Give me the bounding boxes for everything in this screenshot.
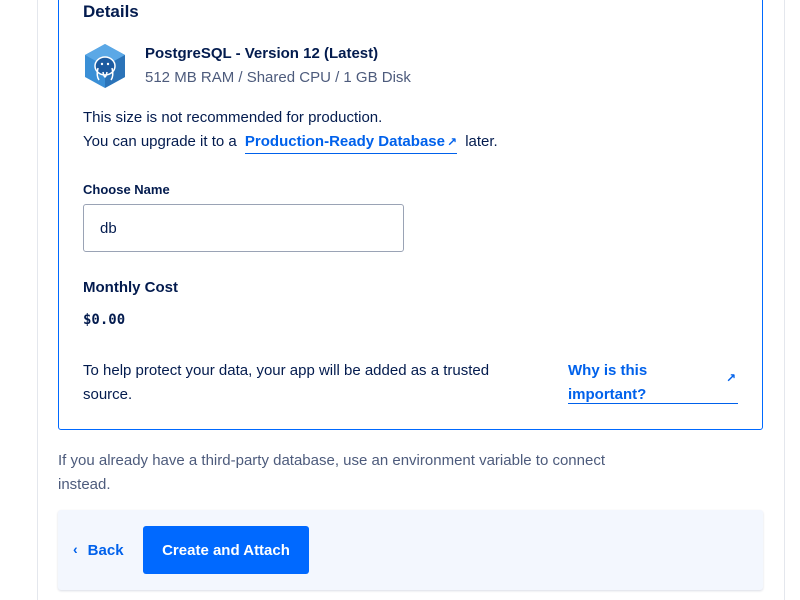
third-party-database-note: If you already have a third-party databa… bbox=[58, 452, 605, 493]
upgrade-note-prefix: You can upgrade it to a bbox=[83, 133, 237, 150]
create-and-attach-button[interactable]: Create and Attach bbox=[143, 526, 309, 574]
external-link-icon: ↗ bbox=[725, 371, 736, 385]
back-button[interactable]: ‹ Back bbox=[73, 537, 124, 563]
details-title: Details bbox=[83, 2, 139, 21]
why-important-link[interactable]: Why is this important? ↗ bbox=[568, 359, 738, 404]
postgresql-elephant-icon bbox=[85, 44, 125, 88]
why-important-link-label: Why is this important? bbox=[568, 362, 648, 403]
upgrade-note-suffix: later. bbox=[465, 133, 498, 150]
database-specs: 512 MB RAM / Shared CPU / 1 GB Disk bbox=[145, 69, 411, 86]
page-edge-left bbox=[37, 0, 38, 600]
database-engine-name: PostgreSQL - Version 12 (Latest) bbox=[145, 45, 379, 62]
production-ready-database-link-label: Production-Ready Database bbox=[244, 133, 445, 150]
trusted-source-text: To help protect your data, your app will… bbox=[83, 362, 490, 403]
production-warning: This size is not recommended for product… bbox=[83, 109, 383, 126]
monthly-cost-label: Monthly Cost bbox=[83, 279, 178, 296]
external-link-icon: ↗ bbox=[446, 135, 458, 149]
back-button-label: Back bbox=[87, 541, 124, 559]
chevron-left-icon: ‹ bbox=[73, 541, 78, 557]
upgrade-note: You can upgrade it to a Production-Ready… bbox=[83, 133, 498, 154]
database-name-input[interactable] bbox=[83, 204, 404, 252]
page-edge-right bbox=[784, 0, 785, 600]
monthly-cost-value: $0.00 bbox=[83, 312, 126, 328]
production-ready-database-link[interactable]: Production-Ready Database ↗ bbox=[244, 133, 458, 154]
choose-name-label: Choose Name bbox=[83, 182, 170, 197]
